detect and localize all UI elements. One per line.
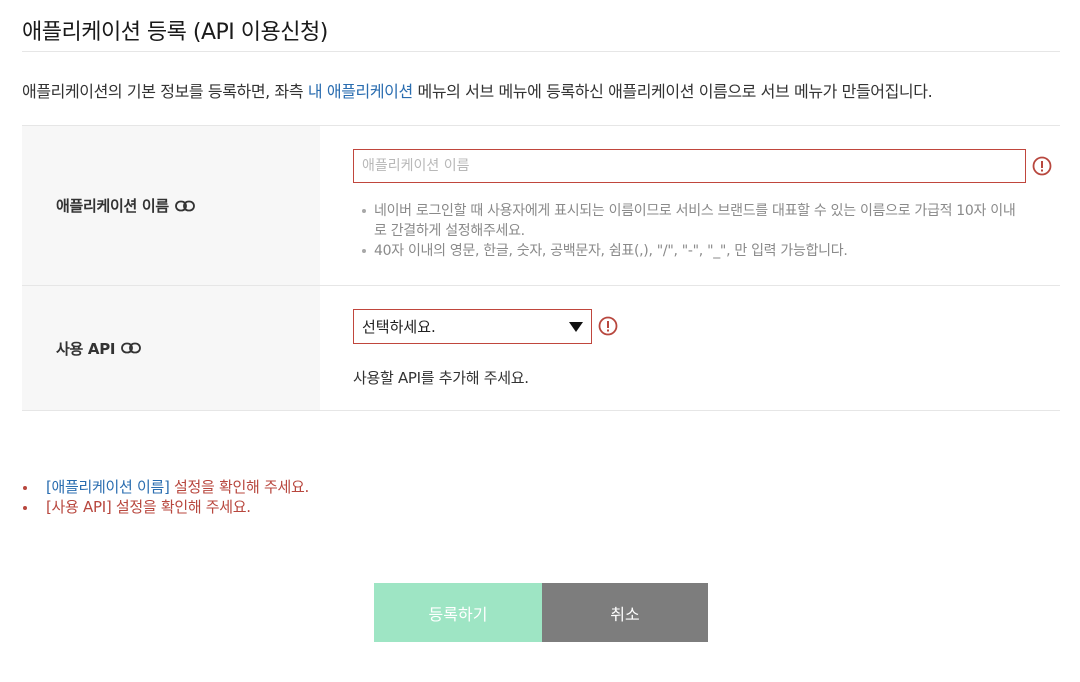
link-icon[interactable] (175, 200, 195, 212)
error-list: [애플리케이션 이름] 설정을 확인해 주세요. [사용 API] 설정을 확인… (22, 477, 309, 517)
app-name-hints: 네이버 로그인할 때 사용자에게 표시되는 이름이므로 서비스 브랜드를 대표할… (360, 201, 1025, 261)
chevron-down-icon (569, 321, 583, 332)
api-label-cell: 사용 API (22, 286, 320, 410)
api-select-value: 선택하세요. (362, 318, 436, 336)
hint-item: 네이버 로그인할 때 사용자에게 표시되는 이름이므로 서비스 브랜드를 대표할… (360, 201, 1025, 241)
title-divider (22, 51, 1060, 52)
api-label: 사용 API (56, 339, 116, 358)
error-message: 설정을 확인해 주세요. (169, 478, 309, 496)
error-item: [사용 API] 설정을 확인해 주세요. (22, 497, 309, 517)
api-row: 사용 API 선택하세요. 사용할 API를 추가해 주세요. (22, 286, 1060, 411)
app-name-label: 애플리케이션 이름 (56, 197, 169, 215)
hint-item: 40자 이내의 영문, 한글, 숫자, 공백문자, 쉼표(,), "/", "-… (360, 241, 1025, 261)
register-button[interactable]: 등록하기 (374, 583, 542, 642)
api-hint: 사용할 API를 추가해 주세요. (353, 369, 529, 387)
link-icon[interactable] (121, 342, 142, 354)
api-select[interactable]: 선택하세요. (353, 309, 592, 344)
intro-text-after: 메뉴의 서브 메뉴에 등록하신 애플리케이션 이름으로 서브 메뉴가 만들어집니… (412, 82, 933, 101)
error-message: [사용 API] 설정을 확인해 주세요. (46, 498, 251, 516)
my-applications-link[interactable]: 내 애플리케이션 (308, 82, 413, 101)
error-icon (598, 316, 618, 336)
error-item: [애플리케이션 이름] 설정을 확인해 주세요. (22, 477, 309, 497)
intro-text-before: 애플리케이션의 기본 정보를 등록하면, 좌측 (22, 82, 308, 101)
registration-form: 애플리케이션 이름 네이버 로그인할 때 사용자에게 표시되는 이름이므로 서비… (22, 125, 1060, 411)
error-field-link[interactable]: [애플리케이션 이름] (46, 478, 170, 496)
error-icon (1032, 156, 1052, 176)
page-title: 애플리케이션 등록 (API 이용신청) (22, 20, 328, 45)
cancel-button[interactable]: 취소 (542, 583, 708, 642)
app-name-input[interactable] (353, 149, 1026, 183)
api-input-cell: 선택하세요. 사용할 API를 추가해 주세요. (320, 286, 1060, 410)
app-name-input-cell: 네이버 로그인할 때 사용자에게 표시되는 이름이므로 서비스 브랜드를 대표할… (320, 126, 1060, 285)
intro-text: 애플리케이션의 기본 정보를 등록하면, 좌측 내 애플리케이션 메뉴의 서브 … (22, 78, 933, 102)
app-name-label-cell: 애플리케이션 이름 (22, 126, 320, 285)
app-name-row: 애플리케이션 이름 네이버 로그인할 때 사용자에게 표시되는 이름이므로 서비… (22, 126, 1060, 286)
